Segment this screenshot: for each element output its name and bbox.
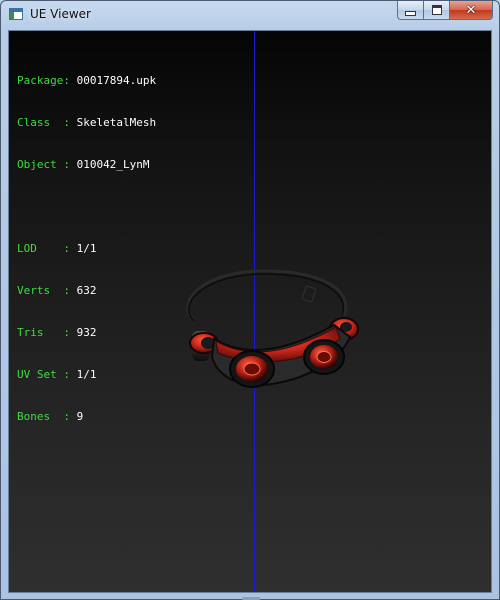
strap-back — [186, 269, 348, 323]
class-value: SkeletalMesh — [76, 116, 157, 129]
lod-value: 1/1 — [76, 242, 97, 255]
object-label: Object : — [17, 158, 70, 171]
object-value: 010042_LynM — [76, 158, 150, 171]
minimize-icon — [405, 10, 416, 16]
info-row-uvset: UV Set : 1/1 — [17, 368, 156, 382]
close-icon: ✕ — [465, 2, 477, 18]
info-row-verts: Verts : 632 — [17, 284, 156, 298]
info-row-lod: LOD : 1/1 — [17, 242, 156, 256]
info-row-tris: Tris : 932 — [17, 326, 156, 340]
lens-right-center — [316, 351, 332, 363]
maximize-button[interactable] — [423, 1, 449, 20]
uvset-value: 1/1 — [76, 368, 97, 381]
info-row-bones: Bones : 9 — [17, 410, 156, 424]
uvset-label: UV Set : — [17, 368, 70, 381]
class-label: Class : — [17, 116, 70, 129]
lens-left-center — [243, 362, 261, 376]
minimize-button[interactable] — [397, 1, 423, 20]
info-row-class: Class : SkeletalMesh — [17, 116, 156, 130]
package-value: 00017894.upk — [76, 74, 157, 87]
mesh-info-overlay: Package: 00017894.upk Class : SkeletalMe… — [17, 46, 156, 452]
info-row-package: Package: 00017894.upk — [17, 74, 156, 88]
close-button[interactable]: ✕ — [449, 1, 493, 20]
app-window: UE Viewer ✕ Package: 00017894.upk Class … — [0, 0, 500, 600]
goggles-mesh[interactable] — [164, 261, 364, 391]
info-row-object: Object : 010042_LynM — [17, 158, 156, 172]
3d-viewport[interactable]: Package: 00017894.upk Class : SkeletalMe… — [8, 30, 492, 593]
package-label: Package: — [17, 74, 70, 87]
lod-label: LOD : — [17, 242, 70, 255]
maximize-icon — [431, 5, 442, 15]
bones-label: Bones : — [17, 410, 70, 423]
bones-value: 9 — [76, 410, 84, 423]
verts-value: 632 — [76, 284, 97, 297]
tris-value: 932 — [76, 326, 97, 339]
strap-clip — [301, 285, 317, 303]
window-title: UE Viewer — [30, 7, 91, 21]
tris-label: Tris : — [17, 326, 70, 339]
app-icon[interactable] — [9, 8, 23, 20]
caption-buttons: ✕ — [397, 1, 493, 20]
title-bar[interactable]: UE Viewer ✕ — [1, 1, 499, 30]
verts-label: Verts : — [17, 284, 70, 297]
